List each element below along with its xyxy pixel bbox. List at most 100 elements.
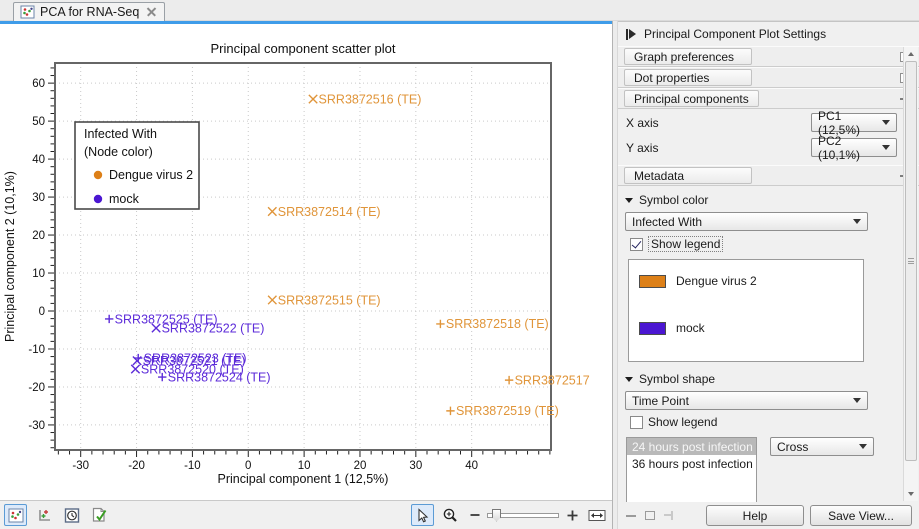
selection-tool-button[interactable] xyxy=(411,504,434,526)
collapse-caret-icon[interactable] xyxy=(625,377,633,382)
symbol-shape-dropdown[interactable]: Time Point xyxy=(625,391,868,410)
pca-table-view-button[interactable] xyxy=(32,504,55,526)
shape-dropdown[interactable]: Cross xyxy=(770,437,874,456)
y-tick-label: 20 xyxy=(32,230,45,242)
data-point[interactable] xyxy=(309,95,317,103)
shape-show-legend-row: Show legend xyxy=(618,410,919,430)
scrollbar-thumb[interactable] xyxy=(905,61,917,461)
fit-width-button[interactable] xyxy=(585,504,608,526)
data-point[interactable] xyxy=(505,376,513,384)
zoom-out-button[interactable] xyxy=(467,504,482,526)
chart-area: -30-20-10010203040-30-20-100102030405060… xyxy=(0,24,612,500)
legend-item[interactable]: Dengue virus 2 xyxy=(639,274,863,288)
x-tick-label: -10 xyxy=(184,460,201,472)
collapse-all-icon[interactable] xyxy=(624,509,637,522)
data-point[interactable] xyxy=(446,407,454,415)
tab-pca-for-rna-seq[interactable]: PCA for RNA-Seq xyxy=(13,2,165,21)
data-point-label: SRR3872522 (TE) xyxy=(162,321,265,335)
collapse-panel-icon[interactable] xyxy=(626,29,636,40)
symbol-color-value: Infected With xyxy=(632,215,702,229)
symbol-color-dropdown[interactable]: Infected With xyxy=(625,212,868,231)
zoom-in-button[interactable] xyxy=(564,504,580,526)
plot-view: -30-20-10010203040-30-20-100102030405060… xyxy=(0,21,612,529)
data-point[interactable] xyxy=(268,296,276,304)
data-point[interactable] xyxy=(268,207,276,215)
chevron-down-icon xyxy=(859,444,867,449)
thumb-grip-icon xyxy=(908,258,914,264)
close-icon[interactable] xyxy=(147,8,156,17)
section-label[interactable]: Metadata xyxy=(624,167,752,184)
data-point[interactable] xyxy=(436,320,444,328)
x-tick-label: 10 xyxy=(298,460,311,472)
scatter-plot-icon xyxy=(8,508,24,523)
data-point-label: SRR3872519 (TE) xyxy=(456,404,559,418)
graphical-view-button[interactable] xyxy=(4,504,27,526)
section-dot-properties[interactable]: Dot properties xyxy=(618,67,919,88)
section-metadata[interactable]: Metadata xyxy=(618,165,919,186)
zoom-tool-button[interactable] xyxy=(439,504,462,526)
y-tick-label: 0 xyxy=(39,306,45,318)
triangle-down-icon xyxy=(908,492,914,496)
shape-value: Cross xyxy=(777,440,808,454)
y-axis-label: Y axis xyxy=(626,141,658,155)
symbol-shape-value: Time Point xyxy=(632,394,689,408)
collapse-caret-icon[interactable] xyxy=(625,198,633,203)
y-axis-title: Principal component 2 (10,1%) xyxy=(3,171,17,342)
magnifier-plus-icon xyxy=(442,507,459,523)
section-label[interactable]: Principal components xyxy=(624,90,759,107)
shape-show-legend-checkbox[interactable] xyxy=(630,416,643,429)
y-tick-label: 60 xyxy=(32,78,45,90)
chart-title: Principal component scatter plot xyxy=(211,41,396,56)
x-axis-row: X axis PC1 (12,5%) xyxy=(618,111,919,134)
dock-panel-icon xyxy=(662,509,675,522)
y-tick-label: 50 xyxy=(32,116,45,128)
section-label[interactable]: Graph preferences xyxy=(624,48,752,65)
shape-show-legend-label: Show legend xyxy=(648,415,717,429)
color-swatch[interactable] xyxy=(639,275,666,288)
x-tick-label: 40 xyxy=(465,460,478,472)
data-point-label: SRR3872514 (TE) xyxy=(278,205,381,219)
cursor-arrow-icon xyxy=(415,508,430,523)
data-point[interactable] xyxy=(131,365,139,373)
scatter-plot-icon xyxy=(20,5,35,19)
section-label[interactable]: Dot properties xyxy=(624,69,752,86)
section-principal-components[interactable]: Principal components xyxy=(618,88,919,109)
x-axis-dropdown[interactable]: PC1 (12,5%) xyxy=(811,113,897,132)
symbol-color-label: Symbol color xyxy=(639,193,708,207)
chevron-down-icon xyxy=(853,398,861,403)
color-legend-box: Dengue virus 2 mock xyxy=(628,259,864,362)
scroll-down-button[interactable] xyxy=(905,488,917,500)
help-button[interactable]: Help xyxy=(706,505,804,526)
y-tick-label: 30 xyxy=(32,192,45,204)
view-status-bar xyxy=(0,500,612,529)
show-legend-row: Show legend xyxy=(618,231,919,253)
y-tick-label: -20 xyxy=(28,382,45,394)
legend-item[interactable]: mock xyxy=(639,321,863,335)
legend-item-label: mock xyxy=(676,321,705,335)
data-point[interactable] xyxy=(105,315,113,323)
x-axis-value: PC1 (12,5%) xyxy=(818,109,882,137)
plot-legend-item-label: mock xyxy=(109,192,140,206)
zoom-slider-handle[interactable] xyxy=(492,509,501,522)
list-item-24-hours[interactable]: 24 hours post infection xyxy=(627,438,756,455)
section-graph-preferences[interactable]: Graph preferences xyxy=(618,46,919,67)
color-swatch[interactable] xyxy=(639,322,666,335)
list-item-36-hours[interactable]: 36 hours post infection xyxy=(627,455,756,472)
tab-bar: PCA for RNA-Seq xyxy=(0,0,919,21)
scroll-up-button[interactable] xyxy=(905,48,917,60)
symbol-shape-header[interactable]: Symbol shape xyxy=(618,362,919,389)
axes-points-icon xyxy=(36,508,52,523)
x-tick-label: 0 xyxy=(245,460,251,472)
show-legend-checkbox[interactable] xyxy=(630,238,643,251)
save-view-button[interactable]: Save View... xyxy=(810,505,912,526)
symbol-color-header[interactable]: Symbol color xyxy=(618,186,919,210)
zoom-slider[interactable] xyxy=(487,513,559,518)
plot-legend-item-label: Dengue virus 2 xyxy=(109,168,193,182)
y-tick-label: -10 xyxy=(28,344,45,356)
panel-scrollbar[interactable] xyxy=(903,47,918,501)
element-info-view-button[interactable] xyxy=(88,504,111,526)
float-panel-icon[interactable] xyxy=(643,509,656,522)
data-point-label: SRR3872516 (TE) xyxy=(319,92,422,106)
y-axis-dropdown[interactable]: PC2 (10,1%) xyxy=(811,138,897,157)
history-view-button[interactable] xyxy=(60,504,83,526)
